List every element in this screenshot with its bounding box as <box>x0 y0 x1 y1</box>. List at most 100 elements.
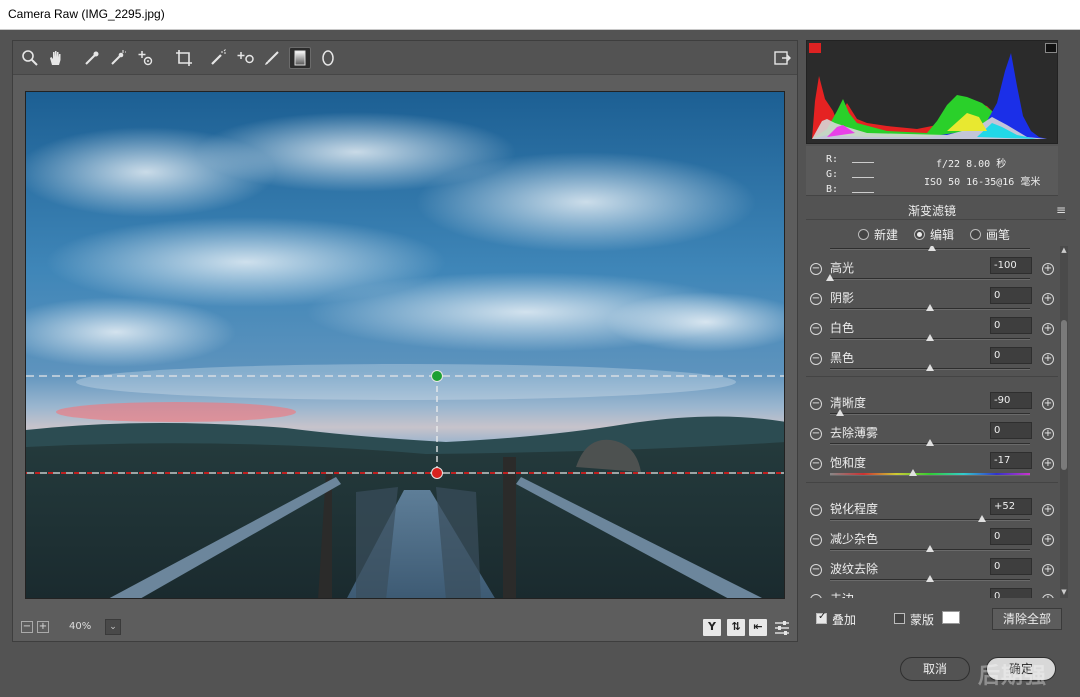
slider-thumb[interactable] <box>909 469 917 476</box>
slider-value-input[interactable]: -17 <box>990 452 1032 469</box>
decrease-icon[interactable]: − <box>810 293 822 305</box>
spot-removal-icon[interactable] <box>207 47 229 69</box>
targeted-adjustment-icon[interactable] <box>135 47 157 69</box>
slider-thumb[interactable] <box>826 274 834 281</box>
clear-all-button[interactable]: 清除全部 <box>992 608 1062 630</box>
slider-value-input[interactable]: 0 <box>990 347 1032 364</box>
mode-edit[interactable]: 编辑 <box>914 226 954 243</box>
slider-thumb[interactable] <box>926 575 934 582</box>
slider-track[interactable] <box>830 413 1030 415</box>
radio-edit[interactable] <box>914 229 925 240</box>
slider-value-input[interactable]: 0 <box>990 558 1032 575</box>
increase-icon[interactable]: + <box>1042 398 1054 410</box>
slider-label: 波纹去除 <box>830 562 879 576</box>
zoom-out-button[interactable]: − <box>21 621 33 633</box>
slider-thumb[interactable] <box>926 334 934 341</box>
slider-thumb[interactable] <box>928 246 936 251</box>
decrease-icon[interactable]: − <box>810 458 822 470</box>
panel-scrollbar[interactable]: ▲ ▼ <box>1060 246 1068 598</box>
mode-brush[interactable]: 画笔 <box>970 226 1010 243</box>
right-panel: R: G: B: f/22 8.00 秒 ISO 50 16-35@16 毫米 … <box>804 38 1070 644</box>
zoom-in-button[interactable]: + <box>37 621 49 633</box>
exif-readout: f/22 8.00 秒 ISO 50 16-35@16 毫米 <box>924 156 1040 192</box>
increase-icon[interactable]: + <box>1042 263 1054 275</box>
slider-thumb[interactable] <box>836 409 844 416</box>
window-title: Camera Raw (IMG_2295.jpg) <box>8 7 165 21</box>
copy-settings-icon[interactable]: ⇤ <box>749 619 767 636</box>
slider-track[interactable] <box>830 519 1030 521</box>
radial-filter-icon[interactable] <box>317 47 339 69</box>
decrease-icon[interactable]: − <box>810 594 822 598</box>
slider-value-input[interactable]: 0 <box>990 588 1032 598</box>
increase-icon[interactable]: + <box>1042 594 1054 598</box>
increase-icon[interactable]: + <box>1042 458 1054 470</box>
slider-group-divider <box>806 376 1058 377</box>
panel-title: 渐变滤镜 <box>907 204 956 218</box>
increase-icon[interactable]: + <box>1042 504 1054 516</box>
increase-icon[interactable]: + <box>1042 293 1054 305</box>
scrollbar-thumb[interactable] <box>1061 320 1067 470</box>
slider-value-input[interactable]: -100 <box>990 257 1032 274</box>
decrease-icon[interactable]: − <box>810 428 822 440</box>
slider-value-input[interactable]: +52 <box>990 498 1032 515</box>
overlay-checkbox[interactable] <box>816 611 827 624</box>
panel-menu-icon[interactable]: ≡ <box>1056 203 1066 217</box>
graduated-filter-icon[interactable] <box>289 47 311 69</box>
tool-bar <box>13 41 797 75</box>
white-balance-icon[interactable] <box>81 47 103 69</box>
decrease-icon[interactable]: − <box>810 398 822 410</box>
red-eye-icon[interactable] <box>235 47 257 69</box>
cancel-button[interactable]: 取消 <box>900 657 970 681</box>
slider-value-input[interactable]: -90 <box>990 392 1032 409</box>
swap-before-after-icon[interactable]: ⇅ <box>727 619 745 636</box>
radio-new[interactable] <box>858 229 869 240</box>
increase-icon[interactable]: + <box>1042 564 1054 576</box>
mask-color-swatch[interactable] <box>942 611 960 624</box>
scroll-down-icon[interactable]: ▼ <box>1060 588 1068 596</box>
slider-value-input[interactable]: 0 <box>990 287 1032 304</box>
slider-group-divider <box>806 482 1058 483</box>
shadow-clipping-icon[interactable] <box>809 43 821 53</box>
color-sampler-icon[interactable] <box>107 47 129 69</box>
partial-slider-row <box>806 246 1058 254</box>
increase-icon[interactable]: + <box>1042 534 1054 546</box>
mask-checkbox[interactable] <box>894 613 905 624</box>
crop-icon[interactable] <box>173 47 195 69</box>
slider-value-input[interactable]: 0 <box>990 422 1032 439</box>
slider-thumb[interactable] <box>926 545 934 552</box>
slider-thumb[interactable] <box>978 515 986 522</box>
sliders-settings-icon[interactable] <box>771 617 793 639</box>
slider-thumb[interactable] <box>926 439 934 446</box>
open-preferences-icon[interactable] <box>771 47 793 69</box>
hand-tool-icon[interactable] <box>45 47 67 69</box>
decrease-icon[interactable]: − <box>810 323 822 335</box>
slider-thumb[interactable] <box>926 364 934 371</box>
photo-image <box>26 92 784 598</box>
mode-brush-label: 画笔 <box>986 228 1011 242</box>
slider-value-input[interactable]: 0 <box>990 317 1032 334</box>
adjustment-brush-icon[interactable] <box>261 47 283 69</box>
photo-preview[interactable] <box>25 91 785 599</box>
decrease-icon[interactable]: − <box>810 534 822 546</box>
slider-thumb[interactable] <box>926 304 934 311</box>
slider-track[interactable] <box>830 473 1030 476</box>
decrease-icon[interactable]: − <box>810 353 822 365</box>
slider-track[interactable] <box>830 278 1030 280</box>
zoom-tool-icon[interactable] <box>19 47 41 69</box>
decrease-icon[interactable]: − <box>810 504 822 516</box>
increase-icon[interactable]: + <box>1042 428 1054 440</box>
decrease-icon[interactable]: − <box>810 263 822 275</box>
before-after-toggle-button[interactable]: Y <box>703 619 721 636</box>
zoom-dropdown[interactable]: ⌄ <box>105 619 121 635</box>
slider-row: − 饱和度 -17 + <box>806 449 1058 479</box>
mode-new[interactable]: 新建 <box>858 226 898 243</box>
scroll-up-icon[interactable]: ▲ <box>1060 246 1068 254</box>
decrease-icon[interactable]: − <box>810 564 822 576</box>
panel-header: 渐变滤镜 ≡ <box>806 198 1066 220</box>
slider-row: − 黑色 0 + <box>806 344 1058 374</box>
highlight-clipping-icon[interactable] <box>1045 43 1057 53</box>
increase-icon[interactable]: + <box>1042 323 1054 335</box>
radio-brush[interactable] <box>970 229 981 240</box>
slider-value-input[interactable]: 0 <box>990 528 1032 545</box>
increase-icon[interactable]: + <box>1042 353 1054 365</box>
